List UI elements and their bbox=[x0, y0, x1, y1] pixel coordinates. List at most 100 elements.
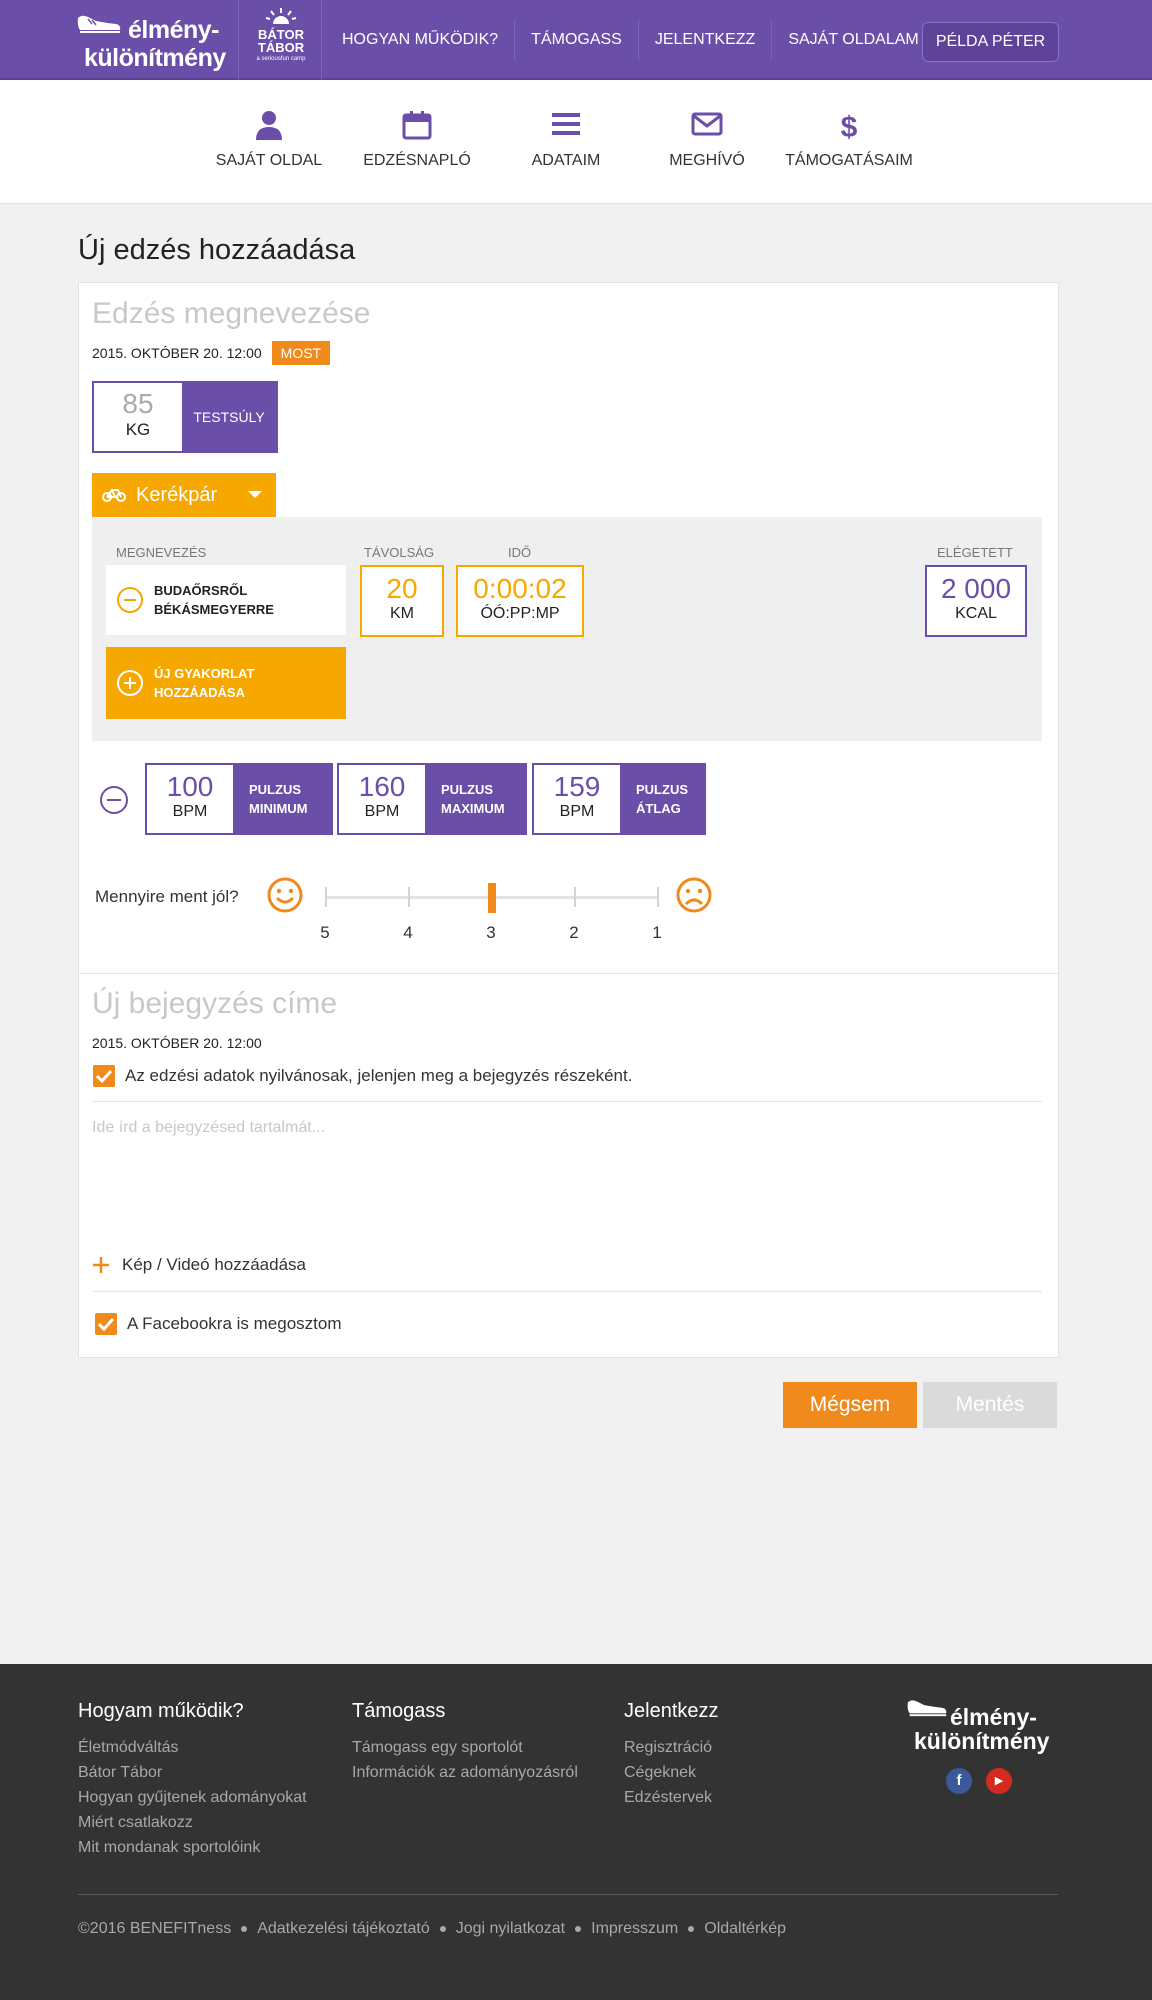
pulse-label-sub: ÁTLAG bbox=[636, 801, 681, 816]
footer-link[interactable]: Edzéstervek bbox=[624, 1785, 719, 1810]
subnav-label: EDZÉSNAPLÓ bbox=[363, 152, 471, 169]
save-button[interactable]: Mentés bbox=[923, 1382, 1057, 1428]
workout-name-input[interactable]: Edzés megnevezése bbox=[92, 297, 371, 331]
public-data-checkbox[interactable] bbox=[93, 1065, 115, 1087]
nav-my-page[interactable]: SAJÁT OLDALAM bbox=[772, 20, 934, 60]
exercise-panel: MEGNEVEZÉS TÁVOLSÁG IDŐ ELÉGETETT BUDAŐR… bbox=[92, 517, 1042, 741]
bodyweight-field[interactable]: 85 KG TESTSÚLY bbox=[92, 381, 278, 453]
footer-link[interactable]: Regisztráció bbox=[624, 1735, 719, 1760]
partner-line3: a seriousfun camp bbox=[256, 56, 306, 62]
subnav-label: SAJÁT OLDAL bbox=[215, 152, 323, 169]
youtube-icon[interactable]: ▶ bbox=[986, 1768, 1012, 1794]
shoe-icon bbox=[77, 15, 121, 33]
facebook-share-checkbox[interactable] bbox=[95, 1313, 117, 1335]
pulse-min-field[interactable]: 100 BPM PULZUS MINIMUM bbox=[145, 763, 333, 835]
col-distance-header: TÁVOLSÁG bbox=[364, 545, 435, 560]
user-icon bbox=[256, 111, 282, 140]
subnav-my-data[interactable]: ADATAIM bbox=[501, 110, 631, 170]
footer-link[interactable]: Hogyan gyűjtenek adományokat bbox=[78, 1785, 307, 1810]
time-field[interactable]: 0:00:02 ÓÓ:PP:MP bbox=[456, 565, 584, 637]
pulse-unit: BPM bbox=[364, 803, 400, 820]
time-value[interactable]: 0:00:02 bbox=[458, 573, 582, 605]
distance-field[interactable]: 20 KM bbox=[360, 565, 444, 637]
footer-brand-line1: élmény- bbox=[950, 1704, 1037, 1730]
nav-apply[interactable]: JELENTKEZZ bbox=[639, 20, 773, 60]
chevron-down-icon bbox=[248, 491, 262, 498]
footer-col-apply: Jelentkezz Regisztráció Cégeknek Edzéste… bbox=[624, 1700, 719, 1810]
plus-circle-icon bbox=[117, 670, 143, 696]
separator-dot bbox=[575, 1926, 582, 1932]
pulse-max-value[interactable]: 160 bbox=[339, 771, 425, 803]
footer: Hogyam működik? Életmódváltás Bátor Tábo… bbox=[0, 1664, 1152, 2000]
cancel-button[interactable]: Mégsem bbox=[783, 1382, 917, 1428]
subnav-label: ADATAIM bbox=[531, 152, 601, 169]
remove-icon[interactable] bbox=[116, 586, 144, 614]
frown-icon[interactable] bbox=[676, 877, 712, 913]
dollar-icon: $ bbox=[841, 111, 858, 142]
public-data-label: Az edzési adatok nyilvánosak, jelenjen m… bbox=[125, 1066, 633, 1085]
add-media-button[interactable]: Kép / Videó hozzáadása bbox=[92, 1255, 306, 1275]
distance-value[interactable]: 20 bbox=[362, 573, 442, 605]
subnav-my-page[interactable]: SAJÁT OLDAL bbox=[204, 110, 334, 170]
separator-dot bbox=[439, 1926, 446, 1932]
add-exercise-button[interactable]: ÚJ GYAKORLAT HOZZÁADÁSA bbox=[106, 647, 346, 719]
rating-label: Mennyire ment jól? bbox=[95, 887, 239, 906]
facebook-icon[interactable]: f bbox=[946, 1768, 972, 1794]
footer-brand-logo[interactable]: élmény- különítmény bbox=[906, 1694, 1056, 1754]
footer-divider bbox=[78, 1894, 1058, 1895]
slider-tick bbox=[657, 887, 659, 907]
nav-support[interactable]: TÁMOGASS bbox=[515, 20, 639, 60]
rating-slider-handle[interactable] bbox=[488, 883, 496, 913]
subnav-donations[interactable]: $ TÁMOGATÁSAIM bbox=[784, 110, 914, 170]
partner-line2: TÁBOR bbox=[257, 40, 305, 55]
rating-tick-label: 4 bbox=[403, 923, 413, 942]
add-exercise-line2: HOZZÁADÁSA bbox=[154, 685, 245, 700]
privacy-link[interactable]: Adatkezelési tájékoztató bbox=[257, 1920, 430, 1938]
slider-tick bbox=[574, 887, 576, 907]
sport-select[interactable]: Kerékpár bbox=[92, 473, 276, 517]
subnav-invite[interactable]: MEGHÍVÓ bbox=[642, 110, 772, 170]
exercise-row[interactable]: BUDAŐRSRŐL BÉKÁSMEGYERRE bbox=[106, 565, 346, 635]
workout-date[interactable]: 2015. OKTÓBER 20. 12:00 bbox=[92, 345, 262, 361]
time-unit: ÓÓ:PP:MP bbox=[480, 605, 560, 622]
check-icon bbox=[96, 1069, 112, 1083]
exercise-name-line2: BÉKÁSMEGYERRE bbox=[154, 602, 274, 617]
pulse-max-field[interactable]: 160 BPM PULZUS MAXIMUM bbox=[337, 763, 527, 835]
pulse-avg-value[interactable]: 159 bbox=[534, 771, 620, 803]
footer-link[interactable]: Információk az adományozásról bbox=[352, 1760, 578, 1785]
user-menu-button[interactable]: PÉLDA PÉTER bbox=[922, 22, 1059, 62]
now-button[interactable]: MOST bbox=[271, 341, 331, 365]
bodyweight-value[interactable]: 85 bbox=[94, 387, 182, 421]
nav-how-it-works[interactable]: HOGYAN MŰKÖDIK? bbox=[326, 20, 516, 60]
pulse-unit: BPM bbox=[172, 803, 208, 820]
remove-pulse-icon[interactable] bbox=[99, 785, 129, 815]
pulse-min-value[interactable]: 100 bbox=[147, 771, 233, 803]
sub-navbar: SAJÁT OLDAL EDZÉSNAPLÓ ADATAIM MEGHÍVÓ $… bbox=[0, 80, 1152, 204]
entry-title-input[interactable]: Új bejegyzés címe bbox=[92, 987, 337, 1021]
legal-link[interactable]: Jogi nyilatkozat bbox=[456, 1920, 565, 1938]
entry-content-textarea[interactable]: Ide írd a bejegyzésed tartalmát... bbox=[92, 1119, 325, 1137]
sitemap-link[interactable]: Oldaltérkép bbox=[704, 1920, 786, 1938]
footer-link[interactable]: Mit mondanak sportolóink bbox=[78, 1835, 307, 1860]
footer-link[interactable]: Támogass egy sportolót bbox=[352, 1735, 578, 1760]
pulse-avg-field[interactable]: 159 BPM PULZUS ÁTLAG bbox=[532, 763, 706, 835]
smile-icon[interactable] bbox=[267, 877, 303, 913]
pulse-label: PULZUS bbox=[636, 782, 688, 797]
imprint-link[interactable]: Impresszum bbox=[591, 1920, 678, 1938]
sun-icon bbox=[265, 8, 297, 24]
footer-link[interactable]: Cégeknek bbox=[624, 1760, 719, 1785]
main-nav: HOGYAN MŰKÖDIK? TÁMOGASS JELENTKEZZ SAJÁ… bbox=[326, 0, 935, 80]
rating-tick-label: 5 bbox=[320, 923, 330, 942]
brand-logo[interactable]: élmény- különítmény bbox=[76, 10, 236, 72]
subnav-label: TÁMOGATÁSAIM bbox=[785, 152, 913, 169]
footer-heading: Hogyam működik? bbox=[78, 1700, 244, 1722]
calories-value[interactable]: 2 000 bbox=[927, 573, 1025, 605]
footer-link[interactable]: Életmódváltás bbox=[78, 1735, 307, 1760]
footer-link[interactable]: Bátor Tábor bbox=[78, 1760, 307, 1785]
calories-field[interactable]: 2 000 KCAL bbox=[925, 565, 1027, 637]
partner-logo[interactable]: BÁTOR TÁBOR a seriousfun camp bbox=[238, 0, 322, 80]
subnav-training-log[interactable]: EDZÉSNAPLÓ bbox=[352, 110, 482, 170]
footer-link[interactable]: Miért csatlakozz bbox=[78, 1810, 307, 1835]
workout-date-row: 2015. OKTÓBER 20. 12:00 MOST bbox=[92, 341, 331, 365]
add-media-label: Kép / Videó hozzáadása bbox=[122, 1255, 306, 1274]
